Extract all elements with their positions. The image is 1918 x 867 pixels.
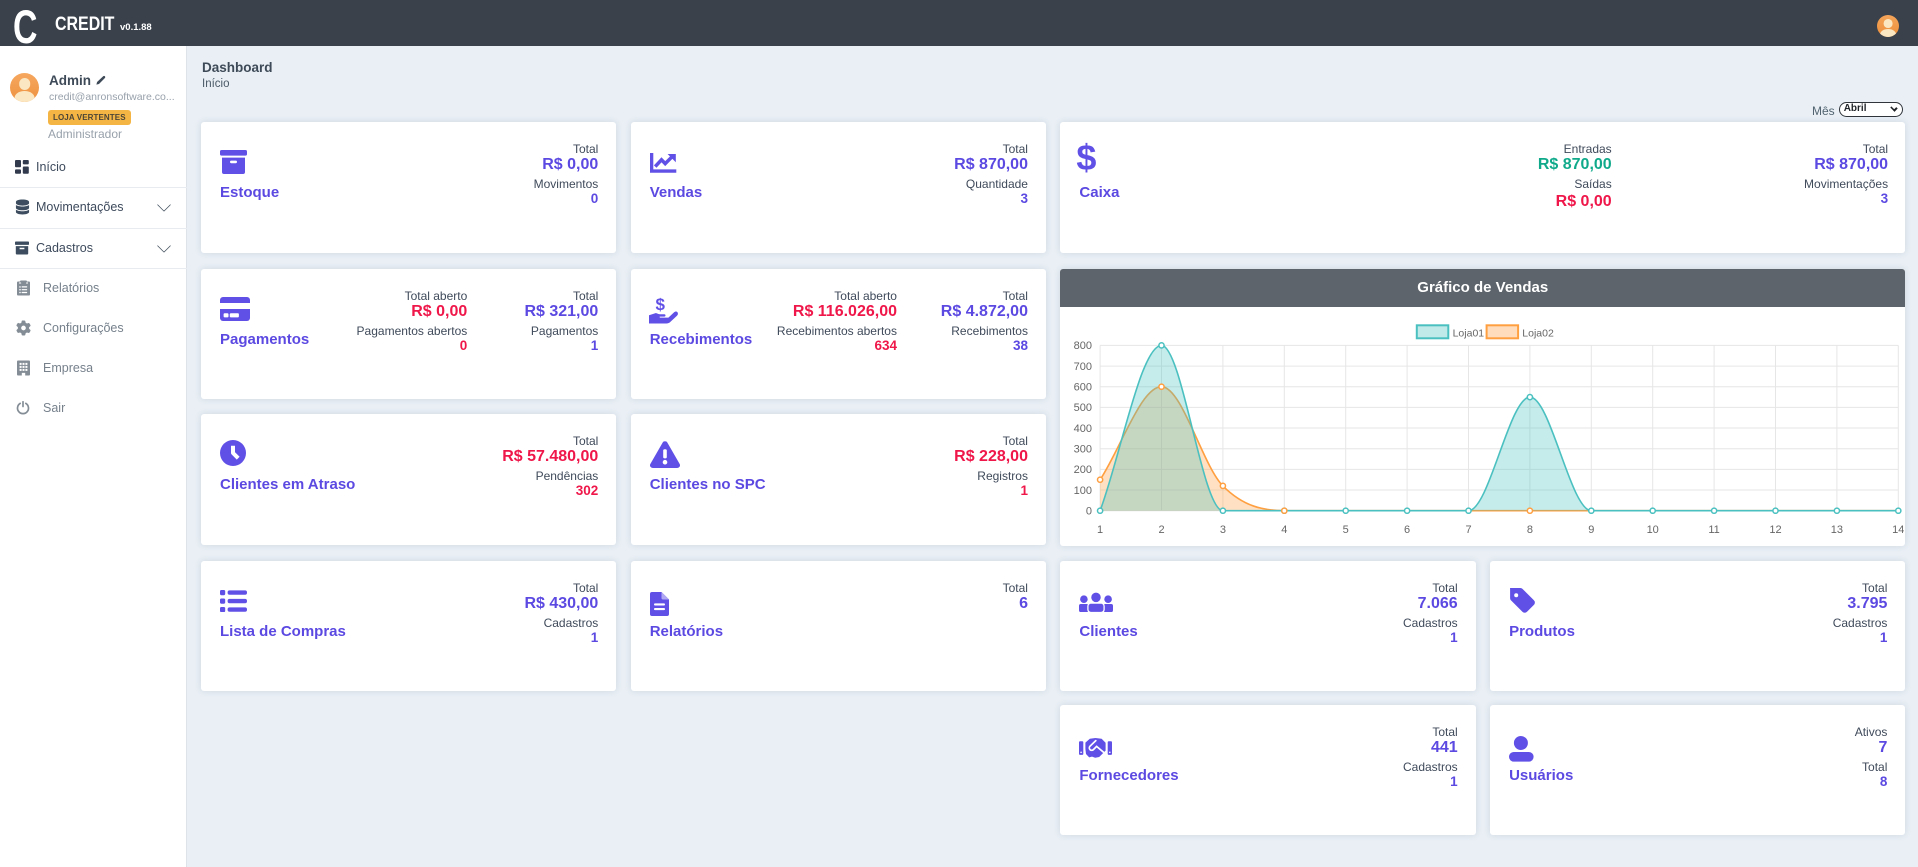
svg-text:Loja01: Loja01 [1453,327,1485,339]
svg-text:Loja02: Loja02 [1523,327,1555,339]
svg-text:10: 10 [1647,524,1659,536]
svg-text:100: 100 [1074,484,1092,496]
svg-text:1: 1 [1097,524,1103,536]
svg-text:7: 7 [1466,524,1472,536]
svg-text:12: 12 [1770,524,1782,536]
svg-text:8: 8 [1527,524,1533,536]
svg-text:9: 9 [1589,524,1595,536]
svg-text:0: 0 [1086,505,1092,517]
svg-text:200: 200 [1074,464,1092,476]
svg-text:500: 500 [1074,402,1092,414]
svg-text:300: 300 [1074,443,1092,455]
svg-text:14: 14 [1893,524,1905,536]
svg-text:600: 600 [1074,381,1092,393]
svg-text:4: 4 [1282,524,1288,536]
svg-text:800: 800 [1074,340,1092,352]
svg-text:5: 5 [1343,524,1349,536]
svg-text:700: 700 [1074,360,1092,372]
svg-text:13: 13 [1831,524,1843,536]
svg-text:400: 400 [1074,422,1092,434]
svg-text:2: 2 [1159,524,1165,536]
svg-text:6: 6 [1404,524,1410,536]
svg-text:$: $ [655,296,665,314]
svg-text:11: 11 [1709,524,1720,536]
svg-text:3: 3 [1220,524,1226,536]
